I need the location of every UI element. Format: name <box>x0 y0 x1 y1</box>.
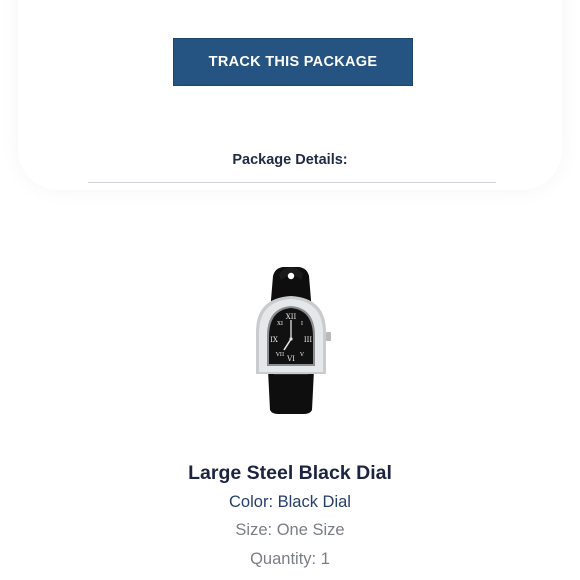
svg-text:VII: VII <box>275 352 284 358</box>
svg-text:VI: VI <box>286 355 295 363</box>
product-color: Color: Black Dial <box>229 493 351 511</box>
product-size: Size: One Size <box>235 521 345 539</box>
svg-text:XII: XII <box>286 313 297 321</box>
divider <box>88 182 496 183</box>
svg-text:I: I <box>301 321 303 327</box>
svg-text:III: III <box>304 336 313 344</box>
package-details-heading: Package Details: <box>232 152 348 168</box>
email-page: TRACK THIS PACKAGE Package Details: XII … <box>0 0 580 580</box>
product-name[interactable]: Large Steel Black Dial <box>0 462 580 485</box>
product-quantity: Quantity: 1 <box>250 550 330 568</box>
svg-text:XI: XI <box>277 321 283 327</box>
track-package-button[interactable]: TRACK THIS PACKAGE <box>173 38 413 86</box>
product-image[interactable]: XII VI IX III XI I VII V <box>246 262 336 416</box>
svg-text:IX: IX <box>270 336 278 344</box>
watch-icon: XII VI IX III XI I VII V <box>256 267 331 414</box>
